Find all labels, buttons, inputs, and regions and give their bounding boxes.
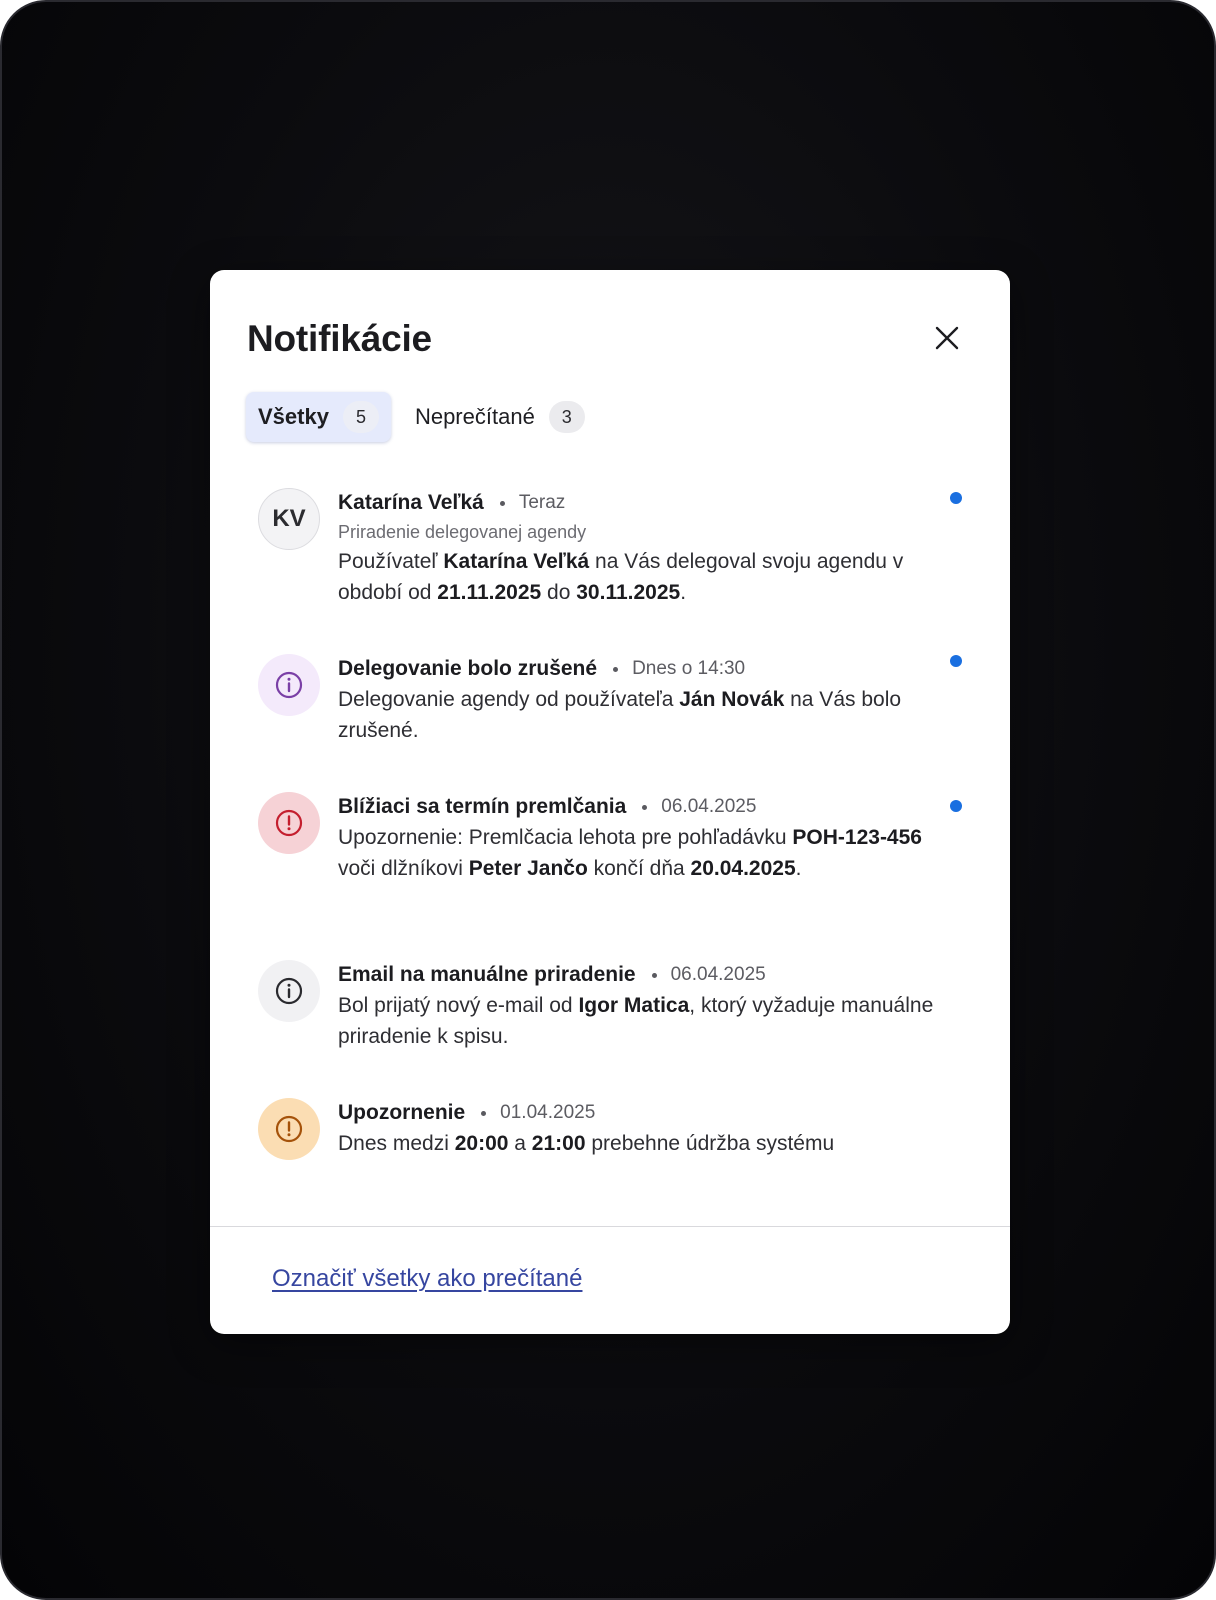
notification-title: Blížiaci sa termín premlčania — [338, 795, 627, 818]
separator-dot — [499, 500, 505, 506]
modal-title: Notifikácie — [247, 318, 432, 359]
unread-indicator — [950, 800, 962, 812]
notification-body: Upozornenie 01.04.2025 Dnes medzi 20:00 … — [338, 1098, 938, 1159]
emphasis-text: Katarína Veľká — [443, 550, 590, 573]
close-icon — [935, 326, 959, 350]
separator-dot — [642, 804, 648, 810]
separator-dot — [613, 666, 619, 672]
avatar — [258, 1098, 320, 1160]
notification-text: Bol prijatý nový e-mail od Igor Matica, … — [338, 990, 938, 1052]
emphasis-text: 21.11.2025 — [437, 581, 542, 604]
tab-count-badge: 5 — [342, 401, 379, 433]
emphasis-text: 21:00 — [531, 1132, 586, 1155]
info-icon — [275, 977, 303, 1005]
emphasis-text: Igor Matica — [578, 994, 690, 1017]
notification-time: 06.04.2025 — [670, 964, 766, 985]
emphasis-text: 30.11.2025 — [576, 581, 681, 604]
text-segment: do — [541, 581, 577, 604]
notification-item[interactable]: Upozornenie 01.04.2025 Dnes medzi 20:00 … — [210, 1098, 1010, 1168]
emphasis-text: Peter Jančo — [468, 857, 588, 880]
notifications-modal: Notifikácie Všetky 5 Neprečítané 3 KV Ka… — [210, 270, 1010, 1334]
avatar — [258, 960, 320, 1022]
avatar — [258, 654, 320, 716]
notification-item[interactable]: Blížiaci sa termín premlčania 06.04.2025… — [210, 792, 1010, 922]
notification-text: Delegovanie agendy od používateľa Ján No… — [338, 684, 938, 746]
info-icon — [275, 671, 303, 699]
text-segment: prebehne údržba systému — [585, 1132, 835, 1155]
notification-title: Katarína Veľká — [338, 491, 484, 514]
unread-indicator — [950, 655, 962, 667]
text-segment: voči dlžníkovi — [338, 857, 469, 880]
notification-header: Email na manuálne priradenie 06.04.2025 — [338, 960, 938, 990]
notification-item[interactable]: KV Katarína Veľká Teraz Priradenie deleg… — [210, 488, 1010, 618]
notification-time: 01.04.2025 — [500, 1102, 596, 1123]
avatar: KV — [258, 488, 320, 550]
tab-count-badge: 3 — [548, 401, 585, 433]
separator-dot — [651, 972, 657, 978]
alert-circle-icon — [275, 1115, 303, 1143]
notification-tabs: Všetky 5 Neprečítané 3 — [246, 392, 597, 442]
notification-time: Dnes o 14:30 — [632, 658, 746, 679]
text-segment: Upozornenie: Premlčacia lehota pre pohľa… — [338, 826, 793, 849]
notification-time: Teraz — [518, 492, 566, 513]
text-segment: Používateľ — [338, 550, 444, 573]
emphasis-text: Ján Novák — [679, 688, 785, 711]
notification-title: Delegovanie bolo zrušené — [338, 657, 598, 680]
notification-subtitle: Priradenie delegovanej agendy — [338, 522, 587, 542]
notification-header: Upozornenie 01.04.2025 — [338, 1098, 938, 1128]
tab-label: Všetky — [258, 404, 329, 429]
notification-title: Upozornenie — [338, 1101, 466, 1124]
tab-all[interactable]: Všetky 5 — [246, 392, 391, 442]
text-segment: Dnes medzi — [338, 1132, 455, 1155]
alert-circle-icon — [275, 809, 303, 837]
notification-header: Katarína Veľká Teraz — [338, 488, 938, 518]
mark-all-read-link[interactable]: Označiť všetky ako prečítané — [272, 1265, 582, 1293]
notification-text: Používateľ Katarína Veľká na Vás delegov… — [338, 546, 938, 608]
notification-title: Email na manuálne priradenie — [338, 963, 636, 986]
notification-item[interactable]: Email na manuálne priradenie 06.04.2025 … — [210, 960, 1010, 1060]
modal-header: Notifikácie — [247, 316, 973, 362]
notification-time: 06.04.2025 — [661, 796, 757, 817]
notification-header: Delegovanie bolo zrušené Dnes o 14:30 — [338, 654, 938, 684]
separator-dot — [481, 1110, 487, 1116]
tab-label: Neprečítané — [414, 404, 535, 429]
text-segment: končí dňa — [587, 857, 691, 880]
notification-body: Blížiaci sa termín premlčania 06.04.2025… — [338, 792, 938, 884]
emphasis-text: POH-123-456 — [792, 826, 922, 849]
text-segment: a — [508, 1132, 532, 1155]
tab-unread[interactable]: Neprečítané 3 — [403, 392, 597, 442]
notification-body: Katarína Veľká Teraz Priradenie delegova… — [338, 488, 938, 608]
text-segment: Bol prijatý nový e-mail od — [338, 994, 579, 1017]
notification-body: Email na manuálne priradenie 06.04.2025 … — [338, 960, 938, 1052]
modal-footer: Označiť všetky ako prečítané — [210, 1226, 1010, 1334]
emphasis-text: 20.04.2025 — [690, 857, 796, 880]
emphasis-text: 20:00 — [454, 1132, 509, 1155]
close-button[interactable] — [927, 318, 967, 358]
avatar — [258, 792, 320, 854]
text-segment: . — [795, 857, 802, 880]
unread-indicator — [950, 492, 962, 504]
notification-item[interactable]: Delegovanie bolo zrušené Dnes o 14:30 De… — [210, 654, 1010, 754]
device-screen: Notifikácie Všetky 5 Neprečítané 3 KV Ka… — [0, 0, 1216, 1600]
notification-text: Dnes medzi 20:00 a 21:00 prebehne údržba… — [338, 1128, 938, 1159]
text-segment: . — [680, 581, 687, 604]
text-segment: Delegovanie agendy od používateľa — [338, 688, 680, 711]
notification-body: Delegovanie bolo zrušené Dnes o 14:30 De… — [338, 654, 938, 746]
notification-text: Upozornenie: Premlčacia lehota pre pohľa… — [338, 822, 938, 884]
notification-header: Blížiaci sa termín premlčania 06.04.2025 — [338, 792, 938, 822]
